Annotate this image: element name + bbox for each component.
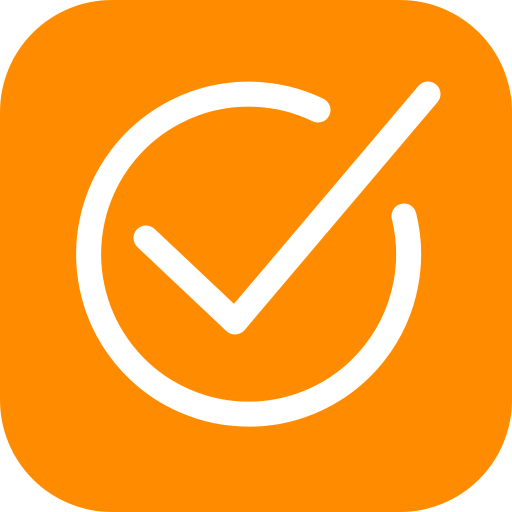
app-icon-canvas [0, 0, 512, 512]
app-icon[interactable] [0, 0, 512, 512]
